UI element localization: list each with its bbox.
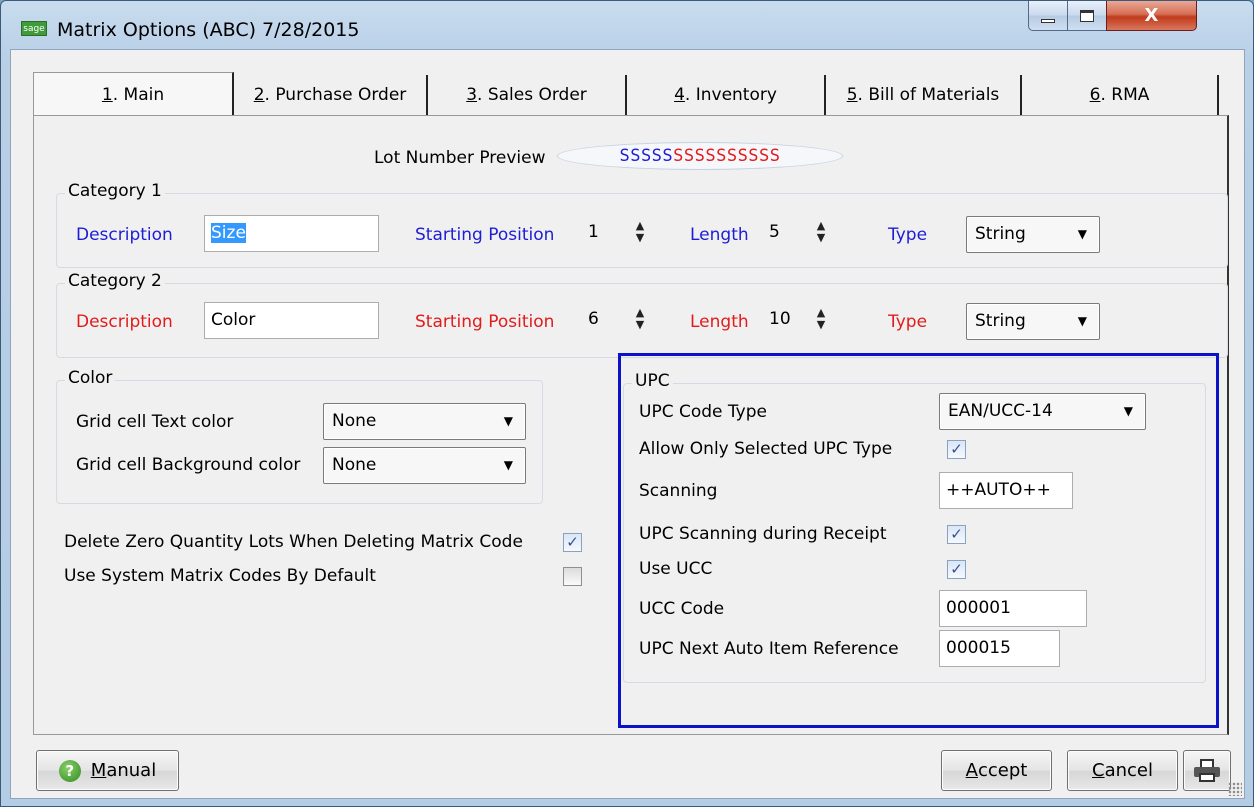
cancel-button[interactable]: Cancel [1067,750,1178,791]
grid-text-color-select[interactable]: None ▼ [323,403,526,440]
upc-scanning-receipt-checkbox[interactable]: ✓ [947,525,966,544]
tab-purchase-order[interactable]: 2. Purchase Order [234,75,428,115]
chevron-down-icon: ▼ [1077,314,1087,328]
color-group-title: Color [65,368,116,388]
close-button[interactable]: X [1106,1,1197,31]
sage-logo-icon: sage [21,21,47,36]
resize-grip-icon[interactable] [1228,782,1242,796]
grid-background-color-select[interactable]: None ▼ [323,447,526,484]
upc-scanning-receipt-label: UPC Scanning during Receipt [639,524,887,544]
category-1-starting-position-label: Starting Position [415,225,555,245]
checkmark-icon: ✓ [950,440,963,458]
category-2-length-spinner[interactable]: ▲ ▼ [814,307,828,335]
maximize-button[interactable] [1067,1,1107,31]
tab-main[interactable]: 1. Main [33,72,234,116]
grid-text-color-label: Grid cell Text color [76,412,234,432]
category-2-starting-position-label: Starting Position [415,312,555,332]
checkmark-icon: ✓ [566,533,579,551]
maximize-icon [1080,9,1094,22]
category-2-length-label: Length [690,312,749,332]
chevron-down-icon: ▼ [503,414,513,428]
print-button[interactable] [1183,750,1231,791]
upc-group-title: UPC [632,371,673,391]
category-2-description-input[interactable]: Color [204,302,379,339]
category-1-description-label: Description [76,225,173,245]
grid-background-color-label: Grid cell Background color [76,455,301,475]
category-2-length-input[interactable]: 10 [763,302,811,339]
chevron-down-icon: ▼ [1077,227,1087,241]
printer-icon [1194,758,1220,783]
title-bar[interactable]: sage Matrix Options (ABC) 7/28/2015 X [1,1,1253,45]
tab-inventory[interactable]: 4. Inventory [627,75,826,115]
chevron-down-icon: ▼ [503,458,513,472]
chevron-down-icon: ▼ [1123,404,1133,418]
accept-button[interactable]: Accept [941,750,1052,791]
use-ucc-label: Use UCC [639,559,713,579]
category-1-type-label: Type [888,225,928,245]
category-2-starting-position-spinner[interactable]: ▲ ▼ [633,307,647,335]
help-icon: ? [58,759,81,782]
use-ucc-checkbox[interactable]: ✓ [947,560,966,579]
tab-rma[interactable]: 6. RMA [1022,75,1219,115]
category-1-title: Category 1 [65,181,165,201]
upc-next-auto-item-reference-input[interactable]: 000015 [939,630,1060,667]
delete-zero-lots-label: Delete Zero Quantity Lots When Deleting … [64,532,523,552]
matrix-options-window: sage Matrix Options (ABC) 7/28/2015 X 1.… [0,0,1254,807]
close-icon: X [1144,5,1159,26]
manual-button[interactable]: ? Manual [36,750,179,791]
minimize-button[interactable] [1028,1,1068,31]
upc-code-type-label: UPC Code Type [639,402,767,422]
minimize-icon [1041,18,1055,23]
window-title: Matrix Options (ABC) 7/28/2015 [57,19,360,41]
scanning-input[interactable]: ++AUTO++ [939,472,1073,509]
category-2-description-label: Description [76,312,173,332]
scanning-label: Scanning [639,481,718,501]
use-system-matrix-codes-checkbox[interactable] [563,567,582,586]
color-group: Color [56,368,543,504]
category-1-starting-position-spinner[interactable]: ▲ ▼ [633,220,647,248]
dialog-client-area: 1. Main 2. Purchase Order 3. Sales Order… [10,49,1245,799]
lot-number-preview: SSSSSSSSSSSSSSS [557,142,843,170]
category-1-length-label: Length [690,225,749,245]
category-1-starting-position-input[interactable]: 1 [582,215,630,252]
checkmark-icon: ✓ [950,525,963,543]
tab-bill-of-materials[interactable]: 5. Bill of Materials [826,75,1022,115]
lot-number-preview-label: Lot Number Preview [374,148,546,168]
category-2-type-label: Type [888,312,928,332]
ucc-code-label: UCC Code [639,599,725,619]
category-1-type-select[interactable]: String ▼ [966,216,1100,253]
allow-only-selected-upc-label: Allow Only Selected UPC Type [639,439,893,459]
ucc-code-input[interactable]: 000001 [939,590,1087,627]
tab-sales-order[interactable]: 3. Sales Order [428,75,627,115]
category-1-length-spinner[interactable]: ▲ ▼ [814,220,828,248]
upc-code-type-select[interactable]: EAN/UCC-14 ▼ [939,393,1146,430]
use-system-matrix-codes-label: Use System Matrix Codes By Default [64,566,376,586]
category-2-type-select[interactable]: String ▼ [966,303,1100,340]
delete-zero-lots-checkbox[interactable]: ✓ [563,533,582,552]
upc-next-auto-item-reference-label: UPC Next Auto Item Reference [639,639,899,659]
allow-only-selected-upc-checkbox[interactable]: ✓ [947,440,966,459]
checkmark-icon: ✓ [950,560,963,578]
category-1-description-input[interactable]: Size [204,215,379,252]
category-2-title: Category 2 [65,271,165,291]
category-2-starting-position-input[interactable]: 6 [582,302,630,339]
category-1-length-input[interactable]: 5 [763,215,811,252]
